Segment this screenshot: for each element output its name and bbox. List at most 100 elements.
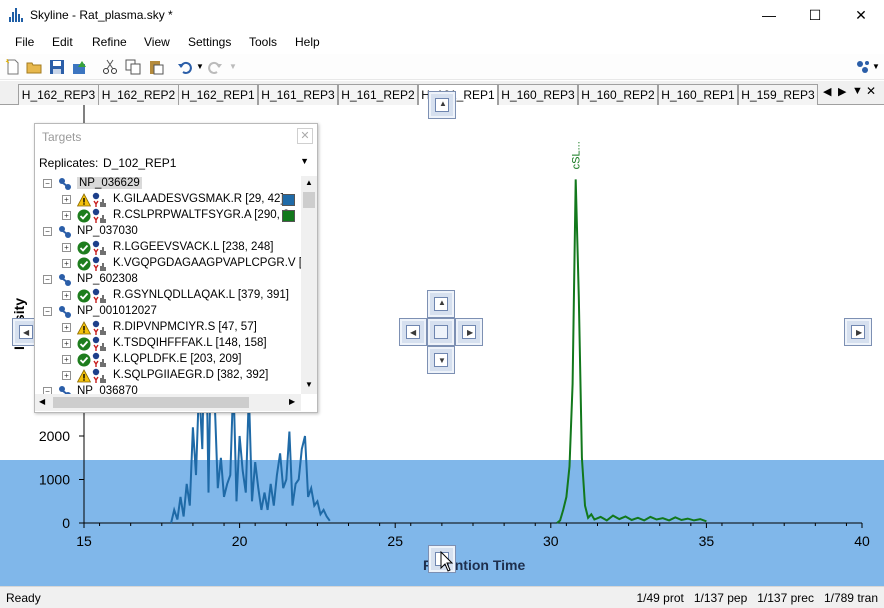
dock-center-left-button[interactable]: ◀ xyxy=(399,318,427,346)
new-document-icon[interactable] xyxy=(5,59,21,75)
maximize-button[interactable]: ☐ xyxy=(792,0,838,31)
expand-icon[interactable]: + xyxy=(62,211,71,220)
tab-replicate[interactable]: H_160_REP1 xyxy=(658,84,738,105)
cut-icon[interactable] xyxy=(102,59,118,75)
expand-icon[interactable]: + xyxy=(62,371,71,380)
replicates-dropdown[interactable]: D_102_REP1 xyxy=(103,156,176,170)
tab-replicate[interactable]: H_161_REP2 xyxy=(338,84,418,105)
targets-close-button[interactable]: ✕ xyxy=(297,128,313,144)
arrow-left-icon: ◀ xyxy=(23,328,30,337)
protein-label: NP_001012027 xyxy=(77,305,157,317)
peptide-label: K.VGQPGDAGAAGPVAPLCPGR.V [32 xyxy=(113,257,301,269)
menu-file[interactable]: File xyxy=(15,35,34,49)
dock-center-bottom-button[interactable]: ▼ xyxy=(427,346,455,374)
peptide-label: R.LGGEEVSVACK.L [238, 248] xyxy=(113,241,274,253)
tab-replicate[interactable]: H_160_REP2 xyxy=(578,84,658,105)
dock-right-button[interactable]: ▶ xyxy=(844,318,872,346)
dock-center-right-button[interactable]: ▶ xyxy=(455,318,483,346)
tab-list-dropdown-icon[interactable]: ▼ xyxy=(852,85,863,97)
scroll-thumb[interactable] xyxy=(53,397,249,408)
protein-view-dropdown-icon[interactable]: ▼ xyxy=(872,62,880,71)
tree-peptide-row[interactable]: + K.LQPLDFK.E [203, 209] xyxy=(35,352,301,368)
scroll-right-icon[interactable]: ▶ xyxy=(289,397,295,406)
dock-left-icon: ◀ xyxy=(19,325,33,339)
menu-view[interactable]: View xyxy=(144,35,170,49)
tab-replicate[interactable]: H_162_REP1 xyxy=(178,84,258,105)
undo-icon[interactable] xyxy=(177,59,193,75)
tree-protein-row[interactable]: − NP_036629 xyxy=(35,176,301,192)
protein-view-icon[interactable] xyxy=(855,59,871,75)
targets-panel-title[interactable]: Targets xyxy=(35,124,317,148)
dock-top-button[interactable]: ▲ xyxy=(428,91,456,119)
collapse-icon[interactable]: − xyxy=(43,307,52,316)
tree-peptide-row[interactable]: + R.DIPVNPMCIYR.S [47, 57] xyxy=(35,320,301,336)
tab-replicate[interactable]: H_160_REP3 xyxy=(498,84,578,105)
tree-protein-row[interactable]: − NP_037030 xyxy=(35,224,301,240)
tab-replicate[interactable]: H_162_REP3 xyxy=(18,84,99,105)
dock-center-top-button[interactable]: ▲ xyxy=(427,290,455,318)
x-axis-label-fragment: ntion Time xyxy=(455,557,526,573)
tree-peptide-row[interactable]: + K.SQLPGIIAEGR.D [382, 392] xyxy=(35,368,301,384)
tab-scroll-left-icon[interactable]: ◀ xyxy=(823,85,831,98)
tree-protein-row[interactable]: − NP_001012027 xyxy=(35,304,301,320)
tree-protein-row[interactable]: − NP_036870 xyxy=(35,384,301,394)
open-folder-icon[interactable] xyxy=(26,59,42,75)
protein-icon xyxy=(59,386,71,394)
minimize-button[interactable]: — xyxy=(746,0,792,31)
scroll-up-icon[interactable]: ▲ xyxy=(305,178,313,187)
scroll-down-icon[interactable]: ▼ xyxy=(305,380,313,389)
menu-edit[interactable]: Edit xyxy=(52,35,73,49)
tree-peptide-row[interactable]: + K.TSDQIHFFFAK.L [148, 158] xyxy=(35,336,301,352)
expand-icon[interactable]: + xyxy=(62,291,71,300)
peptide-label: R.GSYNLQDLLAQAK.L [379, 391] xyxy=(113,289,289,301)
targets-tree[interactable]: − NP_036629 + K.GILAADESVGSMAK.R [29, 42] + R… xyxy=(35,176,301,394)
tree-peptide-row[interactable]: + K.VGQPGDAGAAGPVAPLCPGR.V [32 xyxy=(35,256,301,272)
dock-center-fill-button[interactable] xyxy=(427,318,455,346)
expand-icon[interactable]: + xyxy=(62,259,71,268)
collapse-icon[interactable]: − xyxy=(43,179,52,188)
x-tick-label: 20 xyxy=(232,533,248,549)
expand-icon[interactable]: + xyxy=(62,195,71,204)
scroll-thumb[interactable] xyxy=(303,192,315,208)
targets-panel[interactable]: Targets ✕ Replicates: D_102_REP1 ▼ − NP_0… xyxy=(34,123,318,413)
expand-icon[interactable]: + xyxy=(62,243,71,252)
expand-icon[interactable]: + xyxy=(62,355,71,364)
redo-dropdown-icon[interactable]: ▼ xyxy=(229,62,237,71)
tree-peptide-row[interactable]: + R.GSYNLQDLLAQAK.L [379, 391] xyxy=(35,288,301,304)
maximize-icon: ☐ xyxy=(808,7,822,23)
collapse-icon[interactable]: − xyxy=(43,387,52,394)
menu-settings[interactable]: Settings xyxy=(188,35,231,49)
redo-icon[interactable] xyxy=(207,59,223,75)
expand-icon[interactable]: + xyxy=(62,323,71,332)
tab-replicate[interactable]: H_162_REP2 xyxy=(98,84,179,105)
tree-peptide-row[interactable]: + R.LGGEEVSVACK.L [238, 248] xyxy=(35,240,301,256)
copy-icon[interactable] xyxy=(125,59,141,75)
collapse-icon[interactable]: − xyxy=(43,275,52,284)
chevron-down-icon[interactable]: ▼ xyxy=(300,156,309,166)
dock-center-top-icon: ▲ xyxy=(434,297,448,311)
peptide-label: K.TSDQIHFFFAK.L [148, 158] xyxy=(113,337,267,349)
tab-replicate[interactable]: H_161_REP3 xyxy=(258,84,338,105)
y-tick-label: 1000 xyxy=(39,472,70,488)
expand-icon[interactable]: + xyxy=(62,339,71,348)
tree-peptide-row[interactable]: + K.GILAADESVGSMAK.R [29, 42] xyxy=(35,192,301,208)
tree-protein-row[interactable]: − NP_602308 xyxy=(35,272,301,288)
targets-horizontal-scrollbar[interactable]: ◀ ▶ xyxy=(35,394,301,411)
menu-help[interactable]: Help xyxy=(295,35,320,49)
scroll-left-icon[interactable]: ◀ xyxy=(39,397,45,406)
menu-tools[interactable]: Tools xyxy=(249,35,277,49)
collapse-icon[interactable]: − xyxy=(43,227,52,236)
tree-peptide-row[interactable]: + R.CSLPRPWALTFSYGR.A [290, 3 xyxy=(35,208,301,224)
save-icon[interactable] xyxy=(49,59,65,75)
tab-close-icon[interactable]: ✕ xyxy=(866,84,876,98)
replicates-selector[interactable]: Replicates: D_102_REP1 ▼ xyxy=(35,152,317,174)
warning-icon xyxy=(77,193,91,207)
tab-scroll-right-icon[interactable]: ▶ xyxy=(838,85,846,98)
undo-dropdown-icon[interactable]: ▼ xyxy=(196,62,204,71)
publish-icon[interactable] xyxy=(72,59,88,75)
targets-vertical-scrollbar[interactable]: ▲ ▼ xyxy=(301,176,317,394)
menu-refine[interactable]: Refine xyxy=(92,35,127,49)
tab-replicate[interactable]: H_159_REP3 xyxy=(738,84,818,105)
paste-icon[interactable] xyxy=(148,59,164,75)
close-button[interactable]: ✕ xyxy=(838,0,884,31)
